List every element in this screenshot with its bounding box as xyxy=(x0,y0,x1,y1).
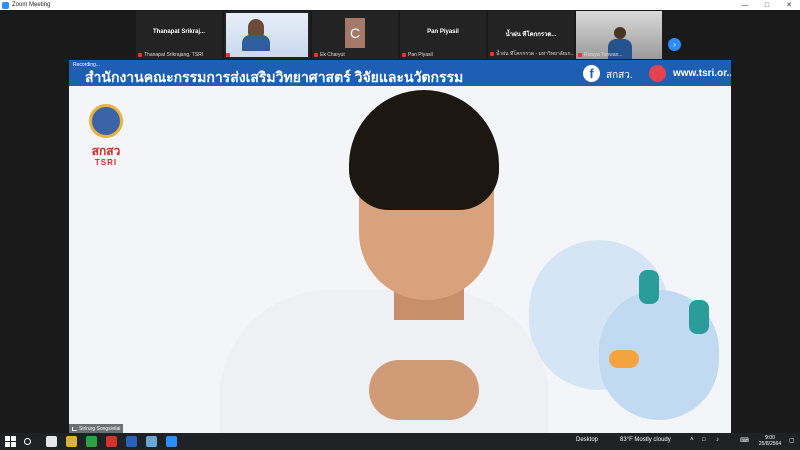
chevron-right-icon[interactable]: › xyxy=(668,38,681,51)
acrobat-icon[interactable] xyxy=(106,436,117,447)
window-title: Zoom Meeting xyxy=(12,2,51,8)
system-clock[interactable]: 9:00 25/8/2564 xyxy=(755,435,785,447)
zoom-taskbar-icon[interactable] xyxy=(166,436,177,447)
globe-emblem-icon xyxy=(89,104,123,138)
zoom-app-icon xyxy=(2,1,9,9)
participant-name: Thanapat Srikraj... xyxy=(152,29,206,35)
gallery-strip: Thanapat Srikraj... Thanapat Srikrajang,… xyxy=(0,10,800,60)
participant-tile[interactable]: Jakapong Pongthanapisawan... xyxy=(224,11,310,59)
signal-icon xyxy=(72,426,77,431)
minimize-icon[interactable]: — xyxy=(734,2,756,9)
participant-video xyxy=(226,13,308,57)
participant-caption: Jakapong Pongthanapisawan... xyxy=(226,52,302,58)
network-icon[interactable]: □ xyxy=(702,437,706,443)
line-app-icon[interactable] xyxy=(86,436,97,447)
mic-muted-icon xyxy=(490,52,494,56)
mic-muted-icon xyxy=(314,53,318,57)
zoom-window: Zoom Meeting — □ ✕ Thanapat Srikraj... T… xyxy=(0,0,800,450)
participant-name: Pan Piyasil xyxy=(427,29,459,35)
participant-tile[interactable]: C Ek Charyut xyxy=(312,11,398,59)
file-explorer-icon[interactable] xyxy=(66,436,77,447)
facebook-icon: f xyxy=(583,65,600,82)
participant-name: น้ำฝน ทีโคกกรวด... xyxy=(505,32,557,38)
language-icon[interactable]: ⌨ xyxy=(740,437,749,444)
speaker-figure xyxy=(199,80,559,433)
mic-muted-icon xyxy=(138,53,142,57)
close-icon[interactable]: ✕ xyxy=(778,1,800,9)
notification-icon[interactable]: ▢ xyxy=(789,437,795,444)
speaker-name-label: Sirirurg Songsivilai xyxy=(69,424,124,433)
taskbar: Desktop 83°F Mostly cloudy ˄ □ ♪ ⌨ 9:00 … xyxy=(0,433,800,450)
active-speaker-video: Recording... สำนักงานคณะกรรมการส่งเสริมว… xyxy=(69,60,731,433)
participant-caption: Rotaya Tonwan... xyxy=(578,52,623,58)
chevron-up-icon[interactable]: ˄ xyxy=(690,437,694,443)
word-icon[interactable] xyxy=(126,436,137,447)
volume-icon[interactable]: ♪ xyxy=(716,437,719,443)
title-bar: Zoom Meeting — □ ✕ xyxy=(0,0,800,10)
participant-caption: Pan Piyasil xyxy=(402,52,433,58)
participant-tile[interactable]: น้ำฝน ทีโคกกรวด... น้ำฝน ทีโคกกรวด - มหา… xyxy=(488,11,574,59)
participant-tile[interactable]: Thanapat Srikraj... Thanapat Srikrajang,… xyxy=(136,11,222,59)
website-url: www.tsri.or... xyxy=(673,68,731,79)
mic-muted-icon xyxy=(226,53,230,57)
mic-muted-icon xyxy=(578,53,582,57)
windows-start-icon[interactable] xyxy=(5,436,16,447)
tsri-logo: สกสว TSRI xyxy=(85,104,127,174)
globe-icon xyxy=(649,65,666,82)
participant-caption: Thanapat Srikrajang, TSRI xyxy=(138,52,203,58)
settings-app-icon[interactable] xyxy=(146,436,157,447)
desktop-toolbar[interactable]: Desktop xyxy=(576,437,598,443)
participant-tile[interactable]: Rotaya Tonwan... xyxy=(576,11,662,59)
organization-abbr: สกสว. xyxy=(606,70,633,81)
maximize-icon[interactable]: □ xyxy=(756,2,778,9)
participant-tile[interactable]: Pan Piyasil Pan Piyasil xyxy=(400,11,486,59)
weather-widget[interactable]: 83°F Mostly cloudy xyxy=(620,437,671,443)
participant-caption: น้ำฝน ทีโคกกรวด - มหาวิทยาลัยเก... xyxy=(490,50,574,58)
search-icon[interactable] xyxy=(24,438,31,445)
mic-muted-icon xyxy=(402,53,406,57)
task-view-icon[interactable] xyxy=(46,436,57,447)
participant-caption: Ek Charyut xyxy=(314,52,345,58)
avatar: C xyxy=(345,18,365,48)
